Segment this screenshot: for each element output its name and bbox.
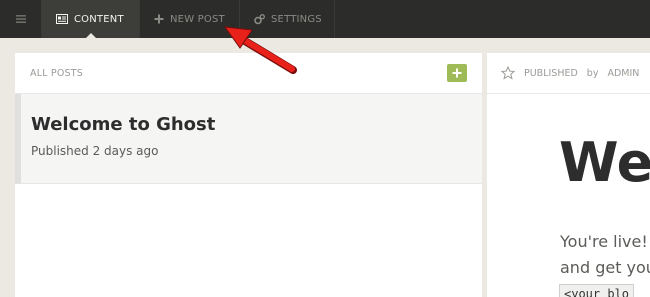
tab-new-post-label: NEW POST	[170, 13, 225, 25]
post-title: Welcome to Ghost	[31, 114, 216, 135]
author-name: ADMIN	[607, 67, 640, 79]
preview-text: You're live! and get you	[560, 229, 650, 281]
tab-settings-label: SETTINGS	[271, 13, 322, 25]
top-navigation-bar: CONTENT NEW POST SETTINGS	[0, 0, 650, 39]
preview-header: PUBLISHED by ADMIN	[487, 53, 650, 94]
post-preview-panel: PUBLISHED by ADMIN We You're live! and g…	[487, 53, 650, 297]
tab-content[interactable]: CONTENT	[42, 0, 140, 39]
menu-icon[interactable]	[0, 0, 42, 38]
tab-settings[interactable]: SETTINGS	[240, 0, 335, 38]
plus-icon	[154, 14, 164, 24]
by-label: by	[586, 67, 599, 79]
post-list-title: ALL POSTS	[30, 67, 83, 79]
preview-text-line: You're live!	[560, 232, 648, 251]
tab-new-post[interactable]: NEW POST	[140, 0, 240, 38]
preview-code: <your blo	[559, 284, 635, 297]
add-post-button[interactable]	[447, 64, 467, 82]
plus-icon	[452, 68, 462, 78]
list-item[interactable]: Welcome to Ghost Published 2 days ago	[15, 94, 482, 184]
preview-title: We	[559, 131, 650, 194]
content-icon	[56, 14, 68, 24]
post-list-panel: ALL POSTS Welcome to Ghost Published 2 d…	[15, 53, 482, 297]
tab-content-label: CONTENT	[74, 13, 124, 25]
preview-text-line: and get you	[560, 258, 650, 277]
star-icon[interactable]	[501, 66, 515, 80]
post-list-header: ALL POSTS	[15, 53, 482, 94]
post-meta: Published 2 days ago	[31, 144, 159, 158]
publish-status: PUBLISHED	[524, 67, 578, 79]
gear-icon	[254, 13, 265, 25]
